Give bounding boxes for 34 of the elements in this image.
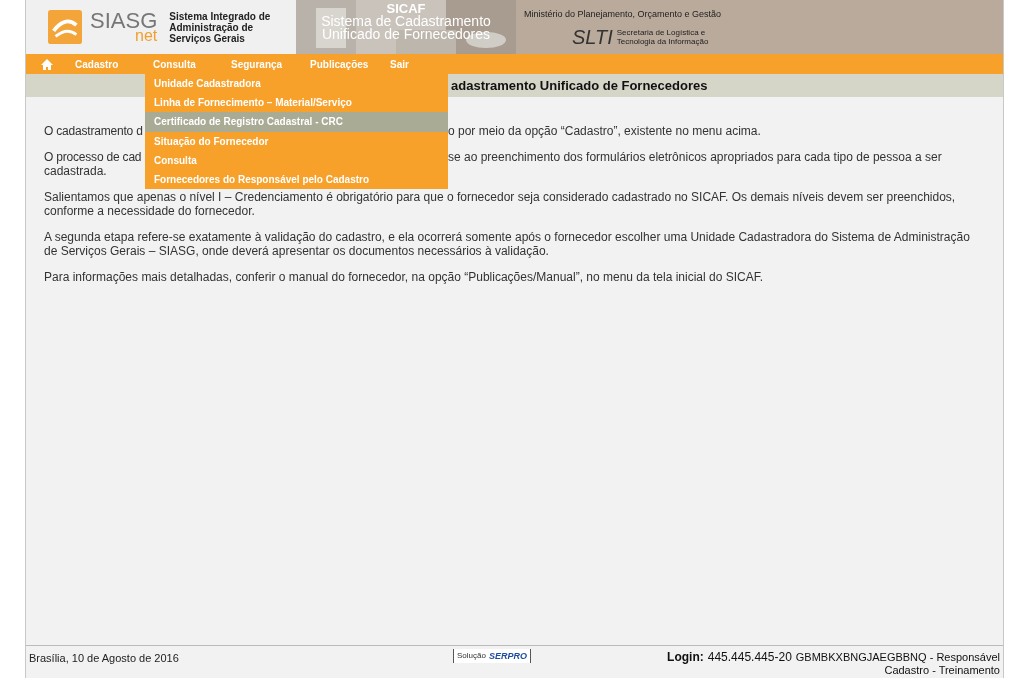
login-label: Login: bbox=[667, 651, 704, 664]
badge-brand: SERPRO bbox=[488, 651, 527, 661]
home-icon[interactable] bbox=[41, 58, 53, 70]
menu-item[interactable]: Segurança bbox=[231, 56, 310, 72]
secretariat-name: Tecnologia da Informação bbox=[616, 36, 709, 46]
menu-item[interactable]: Consulta bbox=[153, 56, 231, 72]
paragraph-text: o por meio da opção “Cadastro”, existente no menu acima. bbox=[448, 124, 762, 138]
system-name: Administração de bbox=[169, 21, 254, 33]
system-name: Serviços Gerais bbox=[169, 32, 246, 44]
system-name: Sistema Integrado de bbox=[169, 10, 271, 22]
date-text: Brasília, 10 de Agosto de 2016 bbox=[29, 651, 180, 666]
menu-item[interactable]: Sair bbox=[390, 56, 430, 72]
slti-logo: SLTI bbox=[572, 26, 613, 47]
logo-icon bbox=[48, 10, 82, 44]
menu-item[interactable]: Publicações bbox=[310, 56, 390, 72]
menu-item[interactable]: Cadastro bbox=[75, 56, 153, 72]
role-text: Cadastro - Treinamento bbox=[884, 664, 1000, 677]
banner-subtitle: Sistema de Cadastramento bbox=[321, 15, 491, 28]
login-value: 445.445.445-20 bbox=[707, 651, 792, 664]
paragraph-text: A segunda etapa refere-se exatamente à validação do cadastro, e ela ocorrerá somente após o fornecedor escolher uma Unidade Cadastradora do Sistema de Administração de Serviços Gerais – SIASG, onde deverá apresentar os documentos necessários à validação. bbox=[44, 230, 971, 258]
secretariat-name: Secretaria de Logística e bbox=[616, 27, 706, 37]
banner-title: SICAF bbox=[386, 2, 426, 15]
ministry-name: Ministério do Planejamento, Orçamento e Gestão bbox=[524, 8, 722, 21]
paragraph-text: O cadastramento d bbox=[44, 124, 143, 138]
page-title: adastramento Unificado de Fornecedores bbox=[451, 76, 708, 95]
paragraph-text: Salientamos que apenas o nível I – Credenciamento é obrigatório para que o fornecedor seja considerado cadastrado no SICAF. Os demais níveis devem ser preenchidos, conforme a necessidade do fornecedor. bbox=[44, 190, 957, 218]
paragraph-text: se ao preenchimento dos formulários eletrônicos apropriados para cada tipo de pessoa a ser bbox=[448, 150, 943, 164]
paragraph-text: cadastrada. bbox=[44, 164, 107, 178]
user-name: GBMBKXBNGJAEGBBNQ - Responsável bbox=[795, 651, 1000, 664]
paragraph-text: Para informações mais detalhadas, conferir o manual do fornecedor, na opção “Publicações/Manual”, no menu da tela inicial do SICAF. bbox=[44, 270, 765, 284]
paragraph-text: O processo de cad bbox=[44, 150, 142, 164]
badge-label: Solução bbox=[457, 651, 486, 661]
dropdown-item[interactable]: Certificado de Registro Cadastral - CRC bbox=[145, 112, 448, 132]
logo-subtext: net bbox=[135, 28, 158, 44]
